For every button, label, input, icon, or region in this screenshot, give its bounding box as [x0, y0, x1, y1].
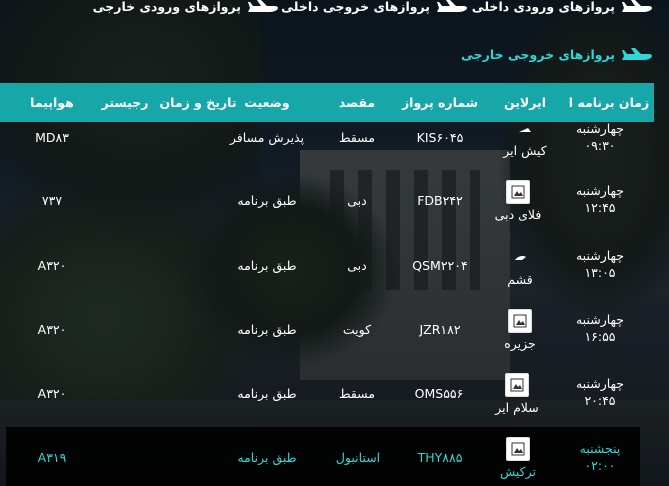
section-title-label: پروازهای خروجی خارجی [460, 47, 615, 62]
airline-name: قشم [507, 272, 533, 287]
time-label: ۰۲:۰۰ [584, 458, 616, 473]
airline-name: کیش ایر [503, 143, 547, 158]
flight-number: JZR۱۸۲ [419, 322, 461, 337]
destination: مسقط [338, 386, 376, 401]
airline-logo-icon [506, 180, 530, 204]
airline-name: جزیره [504, 336, 536, 351]
airline-cell: جزیره [480, 309, 560, 351]
nav-link-international-arrivals[interactable]: پروازهای ورودی خارجی [93, 0, 279, 14]
day-label: پنجشنبه [579, 441, 621, 456]
airline-name: سلام ایر [495, 400, 539, 415]
flight-number: FDB۲۴۲ [417, 193, 463, 208]
aircraft-type: A۳۲۰ [37, 258, 67, 273]
time-label: ۲۰:۴۵ [584, 393, 616, 408]
flight-number: THY۸۸۵ [417, 450, 463, 465]
scheduled-time: چهارشنبه ۱۲:۴۵ [565, 182, 635, 216]
nav-link-domestic-arrivals[interactable]: پروازهای ورودی داخلی [472, 0, 653, 14]
plane-icon [436, 0, 468, 14]
nav-link-domestic-departures[interactable]: پروازهای خروجی داخلی [281, 0, 468, 14]
table-row[interactable]: چهارشنبه ۱۶:۵۵ جزیره JZR۱۸۲ کویت طبق برن… [0, 303, 654, 367]
time-label: ۱۳:۰۵ [584, 265, 616, 280]
flight-status: طبق برنامه [237, 258, 297, 273]
flight-number: OMS۵۵۶ [414, 386, 464, 401]
scheduled-time: چهارشنبه ۱۶:۵۵ [565, 311, 635, 345]
aircraft-type: ۷۳۷ [41, 193, 63, 208]
table-row[interactable]: پنجشنبه ۰۲:۰۰ ترکیش THY۸۸۵ استانبول طبق … [6, 427, 640, 486]
destination: مسقط [338, 130, 376, 145]
airline-cell: قشم [480, 247, 560, 287]
nav-link-label: پروازهای خروجی داخلی [281, 0, 430, 14]
aircraft-type: A۳۲۰ [37, 322, 67, 337]
table-row[interactable]: چهارشنبه ۱۳:۰۵ قشم QSM۲۲۰۴ دبی طبق برنام… [0, 239, 654, 303]
day-label: چهارشنبه [575, 121, 625, 136]
scheduled-time: پنجشنبه ۰۲:۰۰ [565, 440, 635, 474]
destination: دبی [347, 258, 367, 273]
airline-name: فلای دبی [494, 207, 542, 222]
table-row[interactable]: چهارشنبه ۲۰:۴۵ سلام ایر OMS۵۵۶ مسقط طبق … [0, 367, 654, 431]
time-label: ۱۲:۴۵ [584, 200, 616, 215]
flight-status: طبق برنامه [237, 386, 297, 401]
airline-logo-icon [506, 437, 530, 461]
time-label: ۰۹:۳۰ [584, 138, 616, 153]
airline-cell: کیش ایر [490, 118, 560, 158]
scheduled-time: چهارشنبه ۰۹:۳۰ [565, 120, 635, 154]
airline-cell: سلام ایر [475, 373, 559, 415]
plane-icon [621, 47, 653, 62]
nav-link-label: پروازهای ورودی داخلی [471, 0, 615, 14]
table-row[interactable]: چهارشنبه ۰۹:۳۰ کیش ایر KIS۶۰۴۵ مسقط پذیر… [0, 112, 654, 176]
table-row[interactable]: چهارشنبه ۱۲:۴۵ فلای دبی FDB۲۴۲ دبی طبق ب… [0, 174, 654, 238]
airline-name: ترکیش [499, 464, 537, 479]
flight-status: طبق برنامه [237, 450, 297, 465]
airline-cell: ترکیش [478, 437, 558, 479]
plane-icon [247, 0, 279, 14]
nav-link-label: پروازهای ورودی خارجی [92, 0, 241, 14]
airline-logo-icon [509, 247, 531, 269]
destination: استانبول [335, 450, 381, 465]
aircraft-type: MD۸۳ [35, 130, 69, 145]
day-label: چهارشنبه [575, 376, 625, 391]
airline-logo-icon [505, 373, 529, 397]
flight-type-nav: پروازهای ورودی داخلی پروازهای خروجی داخل… [0, 0, 669, 20]
flight-number: QSM۲۲۰۴ [412, 258, 468, 273]
airline-cell: فلای دبی [478, 180, 558, 222]
day-label: چهارشنبه [575, 312, 625, 327]
airline-logo-icon [514, 118, 536, 140]
flight-status: طبق برنامه [237, 322, 297, 337]
aircraft-type: A۳۱۹ [37, 450, 67, 465]
time-label: ۱۶:۵۵ [584, 329, 616, 344]
section-title-international-departures[interactable]: پروازهای خروجی خارجی [461, 47, 653, 62]
destination: کویت [342, 322, 372, 337]
destination: دبی [347, 193, 367, 208]
plane-icon [621, 0, 653, 14]
day-label: چهارشنبه [575, 248, 625, 263]
flight-number: KIS۶۰۴۵ [416, 130, 464, 145]
scheduled-time: چهارشنبه ۱۳:۰۵ [565, 247, 635, 281]
day-label: چهارشنبه [575, 183, 625, 198]
airline-logo-icon [508, 309, 532, 333]
scheduled-time: چهارشنبه ۲۰:۴۵ [565, 375, 635, 409]
aircraft-type: A۳۲۰ [37, 386, 67, 401]
flight-status: طبق برنامه [237, 193, 297, 208]
flight-status: پذیرش مسافر [229, 130, 305, 145]
